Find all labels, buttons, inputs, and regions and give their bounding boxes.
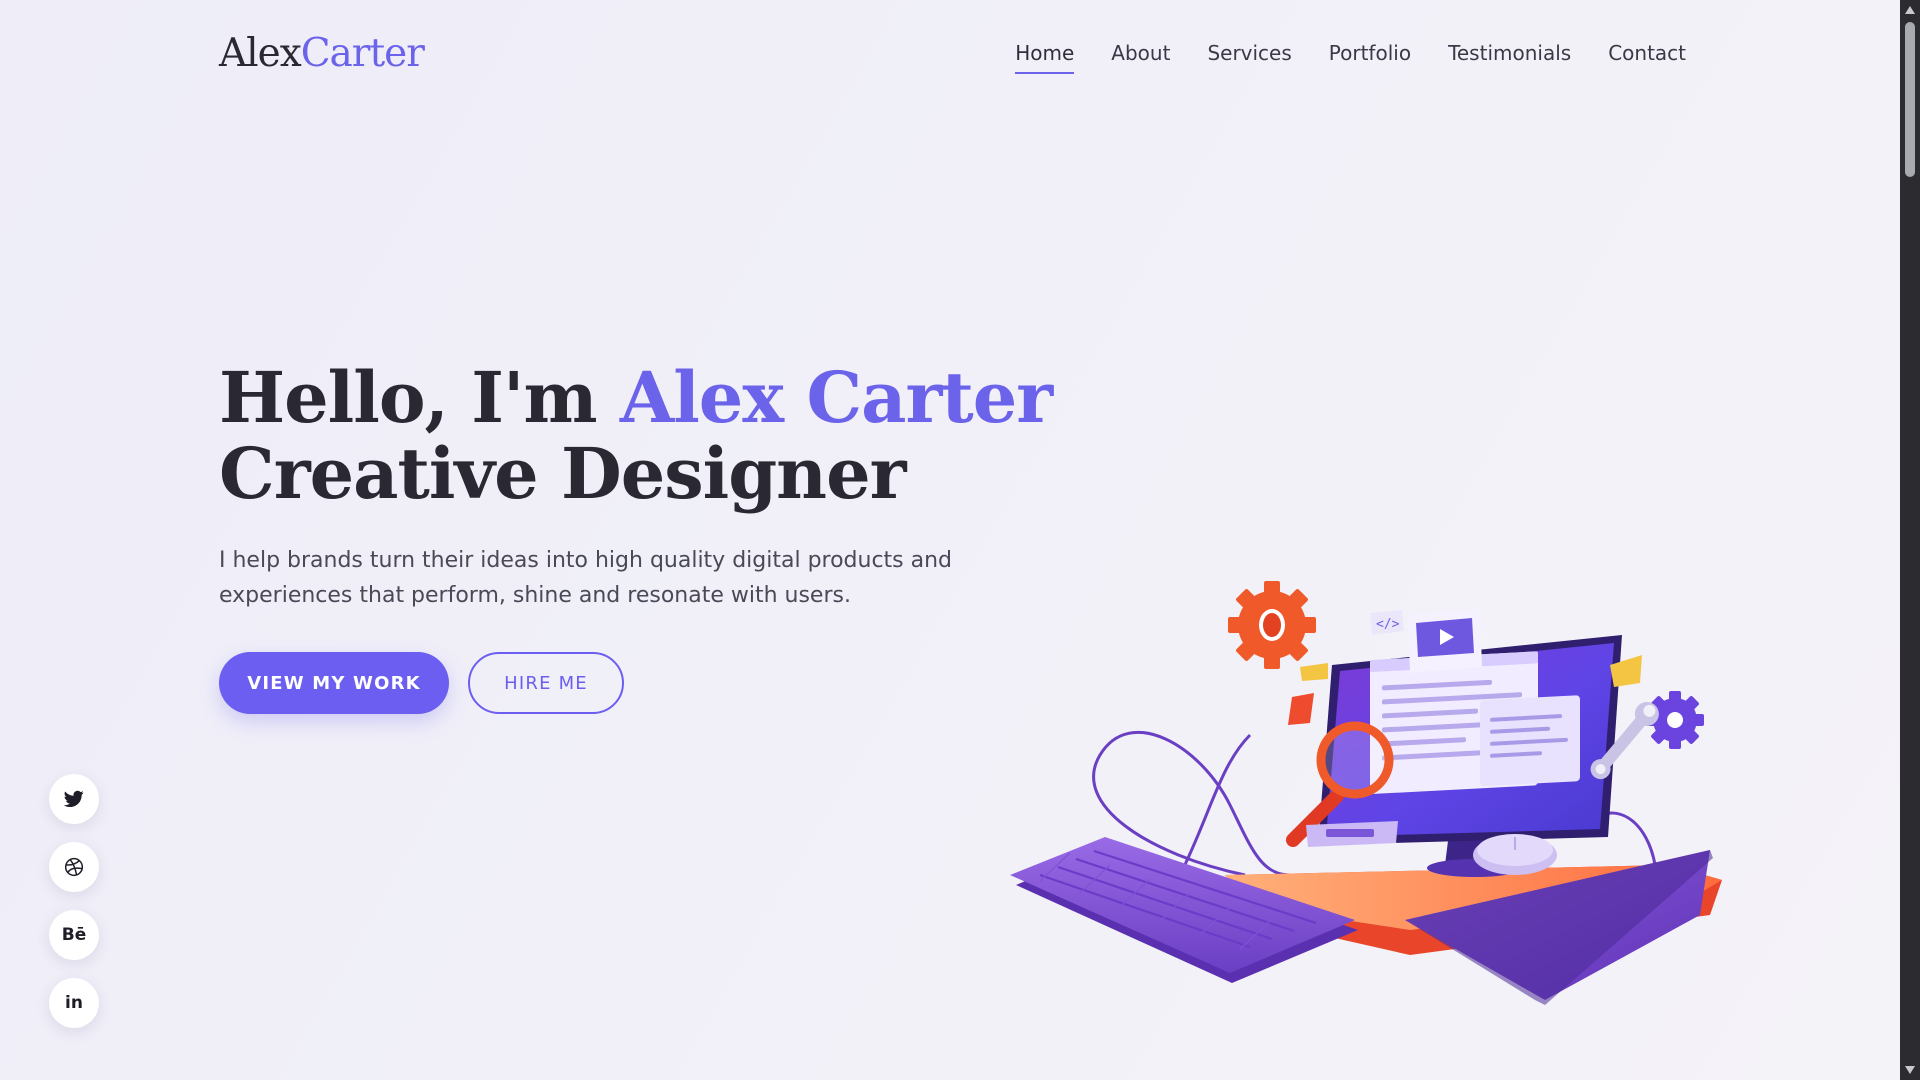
hero-description: I help brands turn their ideas into high… [219,548,953,608]
nav-about[interactable]: About [1111,38,1170,74]
view-my-work-button[interactable]: VIEW MY WORK [219,652,449,714]
linkedin-icon: in [65,993,83,1013]
logo-first-name: Alex [219,31,302,76]
nav-testimonials[interactable]: Testimonials [1448,38,1571,74]
page-scrollbar[interactable] [1900,0,1920,1080]
behance-icon: Bē [61,925,87,945]
logo-last-name: Carter [300,31,425,76]
behance-link[interactable]: Bē [49,910,99,960]
hero-greeting: Hello, I'm [219,356,598,439]
hero-name: Alex Carter [619,356,1053,439]
hero-role: Creative Designer [219,432,906,515]
nav-services[interactable]: Services [1207,38,1291,74]
nav-portfolio[interactable]: Portfolio [1329,38,1411,74]
hero-title: Hello, I'm Alex Carter Creative Designer [219,360,1053,515]
main-nav: Home About Services Portfolio Testimonia… [1015,38,1686,74]
nav-contact[interactable]: Contact [1608,38,1686,74]
hire-me-button[interactable]: HIRE ME [468,652,624,714]
svg-text:</>: </> [1376,617,1400,632]
site-logo[interactable]: AlexCarter [219,28,425,80]
dribbble-link[interactable] [49,842,99,892]
scroll-thumb[interactable] [1905,22,1915,177]
twitter-link[interactable] [49,774,99,824]
dribbble-icon [64,857,84,877]
linkedin-link[interactable]: in [49,978,99,1028]
nav-home[interactable]: Home [1015,38,1075,74]
scroll-down-arrow-icon[interactable] [1900,1062,1920,1078]
workspace-illustration: </> [1010,575,1730,1010]
twitter-icon [64,790,84,808]
scroll-up-arrow-icon[interactable] [1900,2,1920,18]
